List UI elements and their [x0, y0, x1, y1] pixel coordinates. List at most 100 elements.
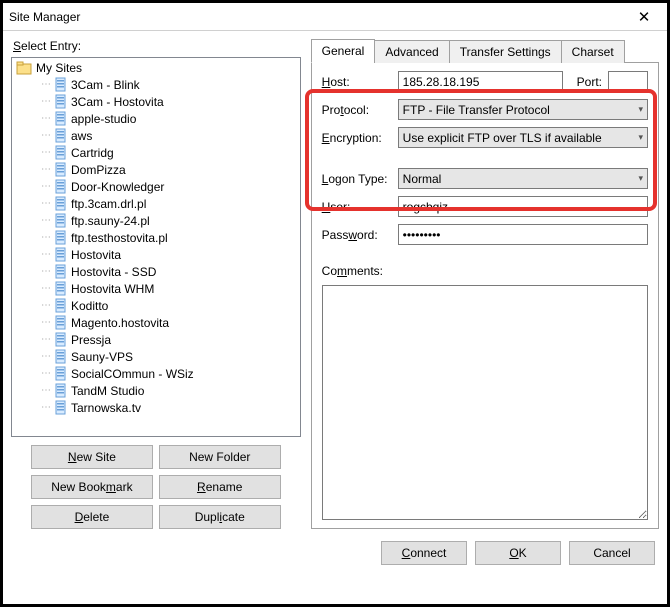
- tree-item[interactable]: ⋯ aws: [12, 127, 300, 144]
- server-icon: [54, 366, 67, 381]
- tree-guide-icon: ⋯: [40, 283, 52, 294]
- tab-advanced[interactable]: Advanced: [374, 40, 449, 63]
- new-bookmark-button[interactable]: New Bookmark: [31, 475, 153, 499]
- tree-guide-icon: ⋯: [40, 300, 52, 311]
- new-folder-button[interactable]: New Folder: [159, 445, 281, 469]
- tree-guide-icon: ⋯: [40, 334, 52, 345]
- password-input[interactable]: [398, 224, 648, 245]
- tab-transfer[interactable]: Transfer Settings: [449, 40, 562, 63]
- chevron-down-icon: ▾: [638, 173, 643, 184]
- tree-item-label: Pressja: [71, 333, 111, 347]
- tree-item[interactable]: ⋯Tarnowska.tv: [12, 399, 300, 416]
- server-icon: [54, 145, 67, 160]
- tree-item-label: 3Cam - Hostovita: [71, 95, 164, 109]
- tree-guide-icon: ⋯: [40, 96, 52, 107]
- tree-guide-icon: ⋯: [40, 368, 52, 379]
- logon-type-label: Logon Type:: [322, 172, 392, 186]
- tree-item[interactable]: ⋯ Koditto: [12, 297, 300, 314]
- port-label: Port:: [577, 75, 602, 89]
- titlebar: Site Manager ✕: [3, 3, 667, 31]
- tree-guide-icon: ⋯: [40, 351, 52, 362]
- tree-item[interactable]: ⋯Hostovita - SSD: [12, 263, 300, 280]
- tree-item[interactable]: ⋯ ftp.3cam.drl.pl: [12, 195, 300, 212]
- password-label: Password:: [322, 228, 392, 242]
- server-icon: [54, 128, 67, 143]
- server-icon: [54, 247, 67, 262]
- tree-item-label: Magento.hostovita: [71, 316, 169, 330]
- server-icon: [54, 349, 67, 364]
- select-entry-label: Select Entry:: [13, 39, 301, 53]
- tab-charset[interactable]: Charset: [561, 40, 625, 63]
- encryption-select[interactable]: Use explicit FTP over TLS if available▾: [398, 127, 648, 148]
- tab-general[interactable]: General: [311, 39, 376, 63]
- user-label: User:: [322, 200, 392, 214]
- server-icon: [54, 298, 67, 313]
- tab-bar: General Advanced Transfer Settings Chars…: [311, 39, 659, 63]
- tree-guide-icon: ⋯: [40, 181, 52, 192]
- server-icon: [54, 111, 67, 126]
- tree-item[interactable]: ⋯apple-studio: [12, 110, 300, 127]
- tree-item[interactable]: ⋯TandM Studio: [12, 382, 300, 399]
- tree-item[interactable]: ⋯Magento.hostovita: [12, 314, 300, 331]
- rename-button[interactable]: Rename: [159, 475, 281, 499]
- tree-item-label: ftp.sauny-24.pl: [71, 214, 150, 228]
- new-site-button[interactable]: New Site: [31, 445, 153, 469]
- encryption-label: Encryption:: [322, 131, 392, 145]
- cancel-button[interactable]: Cancel: [569, 541, 655, 565]
- tree-item-label: Hostovita - SSD: [71, 265, 156, 279]
- tree-guide-icon: ⋯: [40, 79, 52, 90]
- protocol-select[interactable]: FTP - File Transfer Protocol▾: [398, 99, 648, 120]
- tree-item[interactable]: ⋯Hostovita: [12, 246, 300, 263]
- port-input[interactable]: [608, 71, 648, 92]
- tree-item[interactable]: ⋯Hostovita WHM: [12, 280, 300, 297]
- server-icon: [54, 383, 67, 398]
- tree-item-label: Cartridg: [71, 146, 114, 160]
- ok-button[interactable]: OK: [475, 541, 561, 565]
- tree-guide-icon: ⋯: [40, 198, 52, 209]
- server-icon: [54, 264, 67, 279]
- logon-type-select[interactable]: Normal▾: [398, 168, 648, 189]
- tree-item-label: aws: [71, 129, 92, 143]
- tree-item[interactable]: ⋯Cartridg: [12, 144, 300, 161]
- server-icon: [54, 213, 67, 228]
- tree-item[interactable]: ⋯ftp.testhostovita.pl: [12, 229, 300, 246]
- server-icon: [54, 315, 67, 330]
- server-icon: [54, 179, 67, 194]
- server-icon: [54, 332, 67, 347]
- tree-item[interactable]: ⋯3Cam - Blink: [12, 76, 300, 93]
- chevron-down-icon: ▾: [638, 132, 643, 143]
- folder-icon: [16, 61, 32, 75]
- tree-item-label: TandM Studio: [71, 384, 144, 398]
- duplicate-button[interactable]: Duplicate: [159, 505, 281, 529]
- comments-textarea[interactable]: [322, 285, 648, 520]
- delete-button[interactable]: Delete: [31, 505, 153, 529]
- tree-item-label: DomPizza: [71, 163, 126, 177]
- host-label: Host:: [322, 75, 392, 89]
- tree-item-label: ftp.testhostovita.pl: [71, 231, 168, 245]
- tree-item[interactable]: ⋯ Pressja: [12, 331, 300, 348]
- tree-item-label: Koditto: [71, 299, 108, 313]
- user-input[interactable]: [398, 196, 648, 217]
- chevron-down-icon: ▾: [638, 104, 643, 115]
- tree-item[interactable]: ⋯Sauny-VPS: [12, 348, 300, 365]
- tree-guide-icon: ⋯: [40, 130, 52, 141]
- site-tree[interactable]: My Sites ⋯3Cam - Blink⋯3Cam - Hostovita⋯…: [11, 57, 301, 437]
- window-title: Site Manager: [9, 10, 627, 24]
- close-icon[interactable]: ✕: [627, 8, 661, 26]
- tree-item-label: SocialCOmmun - WSiz: [71, 367, 194, 381]
- tree-item-label: ftp.3cam.drl.pl: [71, 197, 146, 211]
- host-input[interactable]: [398, 71, 563, 92]
- protocol-label: Protocol:: [322, 103, 392, 117]
- tree-guide-icon: ⋯: [40, 249, 52, 260]
- server-icon: [54, 77, 67, 92]
- tree-guide-icon: ⋯: [40, 113, 52, 124]
- tree-root[interactable]: My Sites: [12, 60, 300, 76]
- tree-guide-icon: ⋯: [40, 164, 52, 175]
- tree-item[interactable]: ⋯Door-Knowledger: [12, 178, 300, 195]
- tree-item[interactable]: ⋯ DomPizza: [12, 161, 300, 178]
- server-icon: [54, 196, 67, 211]
- tree-item[interactable]: ⋯ftp.sauny-24.pl: [12, 212, 300, 229]
- tree-item[interactable]: ⋯ SocialCOmmun - WSiz: [12, 365, 300, 382]
- tree-item[interactable]: ⋯ 3Cam - Hostovita: [12, 93, 300, 110]
- connect-button[interactable]: Connect: [381, 541, 467, 565]
